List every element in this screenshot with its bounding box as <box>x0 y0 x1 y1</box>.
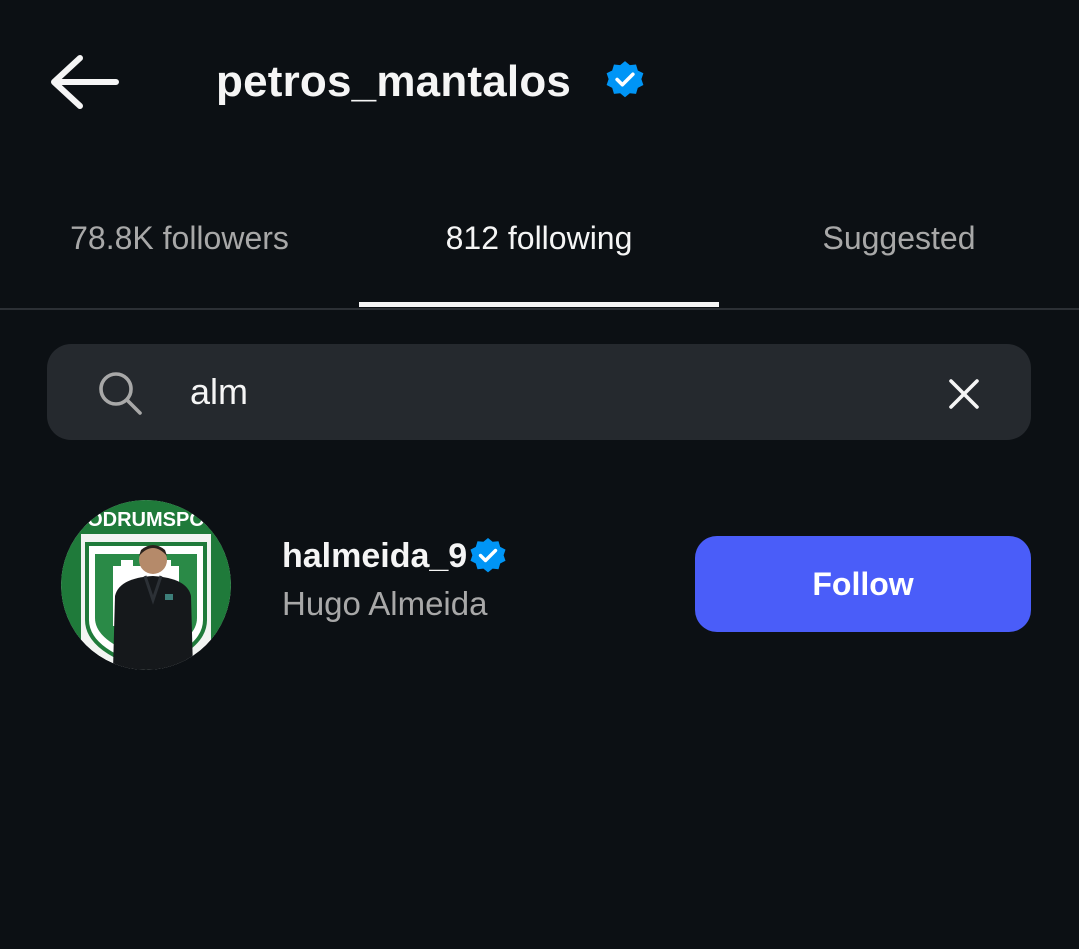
clear-search-button[interactable] <box>940 370 988 418</box>
tab-following[interactable]: 812 following <box>359 196 719 280</box>
following-screen: petros_mantalos 78.8K followers 812 foll… <box>0 0 1079 949</box>
avatar-image: ODRUMSPO <box>61 500 231 670</box>
avatar[interactable]: ODRUMSPO <box>61 500 231 670</box>
result-full-name: Hugo Almeida <box>282 585 488 622</box>
close-icon <box>949 379 979 409</box>
tab-divider <box>0 308 1079 310</box>
verified-badge-icon <box>470 538 506 573</box>
result-username[interactable]: halmeida_9 <box>282 534 467 578</box>
tab-bar: 78.8K followers 812 following Suggested <box>0 196 1079 310</box>
search-icon <box>99 372 142 415</box>
tab-suggested[interactable]: Suggested <box>719 196 1079 280</box>
list-item[interactable]: ODRUMSPO halmeida_9 Hugo Almeida Follow <box>0 490 1079 680</box>
search-input[interactable] <box>190 366 910 418</box>
avatar-logo-text: ODRUMSPO <box>87 509 205 531</box>
back-button[interactable] <box>44 50 124 114</box>
active-tab-indicator <box>359 302 719 307</box>
verified-badge-icon <box>606 61 644 98</box>
arrow-left-icon <box>51 55 119 109</box>
follow-button[interactable]: Follow <box>695 536 1031 632</box>
page-title: petros_mantalos <box>216 57 572 106</box>
tab-followers[interactable]: 78.8K followers <box>0 196 359 280</box>
